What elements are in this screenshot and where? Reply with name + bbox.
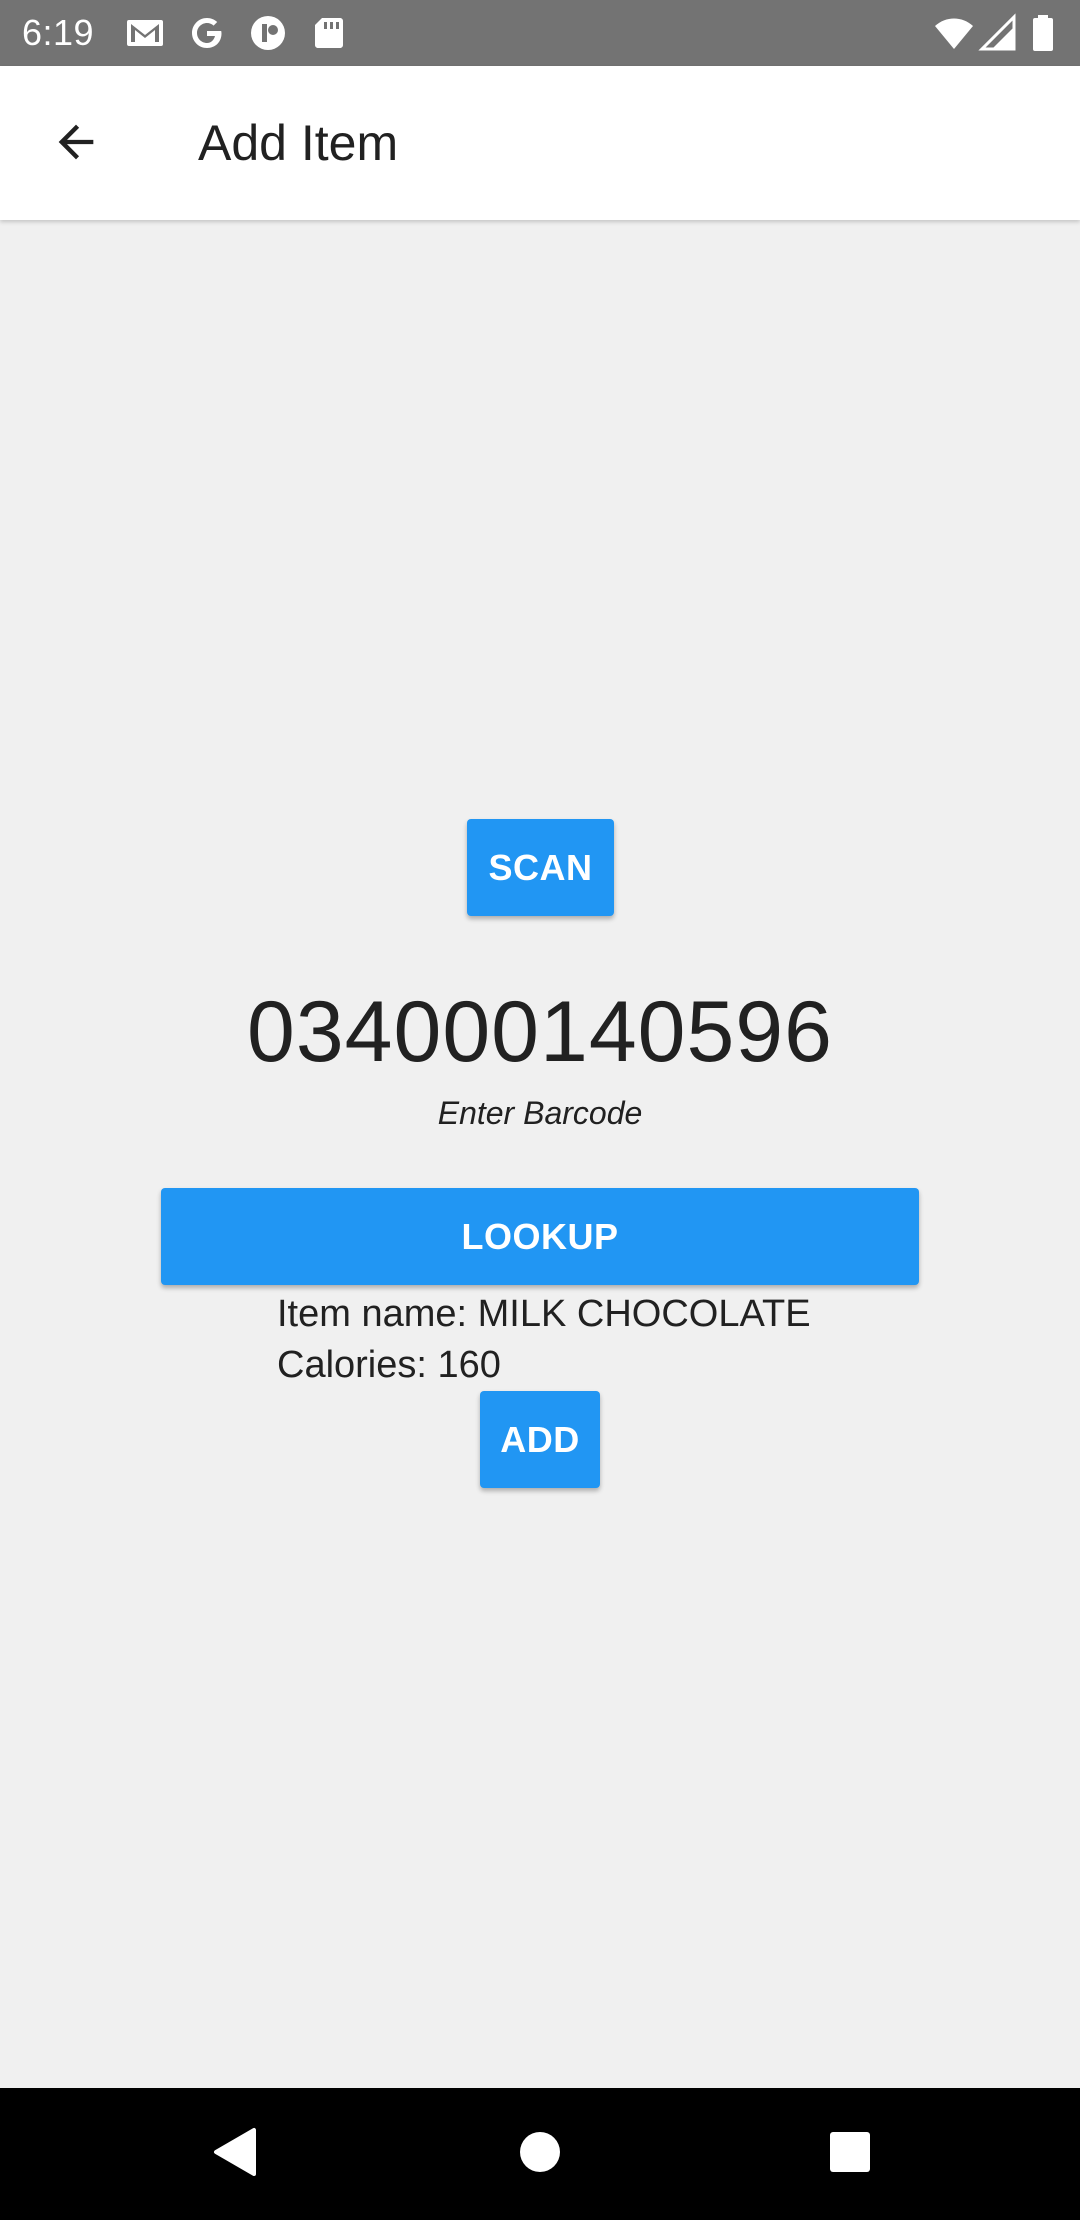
page-title: Add Item [198, 115, 399, 171]
back-button[interactable] [38, 106, 114, 182]
recents-square-icon [829, 2131, 871, 2178]
app-notification-icon [248, 13, 288, 53]
google-icon [187, 13, 227, 53]
gmail-icon [125, 13, 165, 53]
lookup-button[interactable]: LOOKUP [161, 1188, 919, 1285]
navigation-bar [0, 2088, 1080, 2220]
nav-back-button[interactable] [200, 2120, 268, 2188]
app-bar: Add Item [0, 66, 1080, 220]
arrow-left-icon [50, 116, 102, 173]
home-circle-icon [518, 2130, 562, 2179]
barcode-input[interactable]: 034000140596 [0, 980, 1080, 1084]
sd-card-icon [309, 13, 349, 53]
item-name-text: Item name: MILK CHOCOLATE [277, 1293, 811, 1335]
calories-text: Calories: 160 [277, 1344, 501, 1386]
battery-icon [1028, 13, 1058, 53]
status-time: 6:19 [22, 12, 95, 53]
scan-button[interactable]: SCAN [467, 819, 614, 916]
add-button[interactable]: ADD [480, 1391, 600, 1488]
wifi-icon [934, 13, 974, 53]
signal-icon [978, 13, 1018, 53]
back-triangle-icon [210, 2126, 258, 2183]
nav-recents-button[interactable] [816, 2120, 884, 2188]
nav-home-button[interactable] [506, 2120, 574, 2188]
barcode-hint-label: Enter Barcode [437, 1095, 643, 1131]
status-bar: 6:19 [0, 0, 1080, 66]
